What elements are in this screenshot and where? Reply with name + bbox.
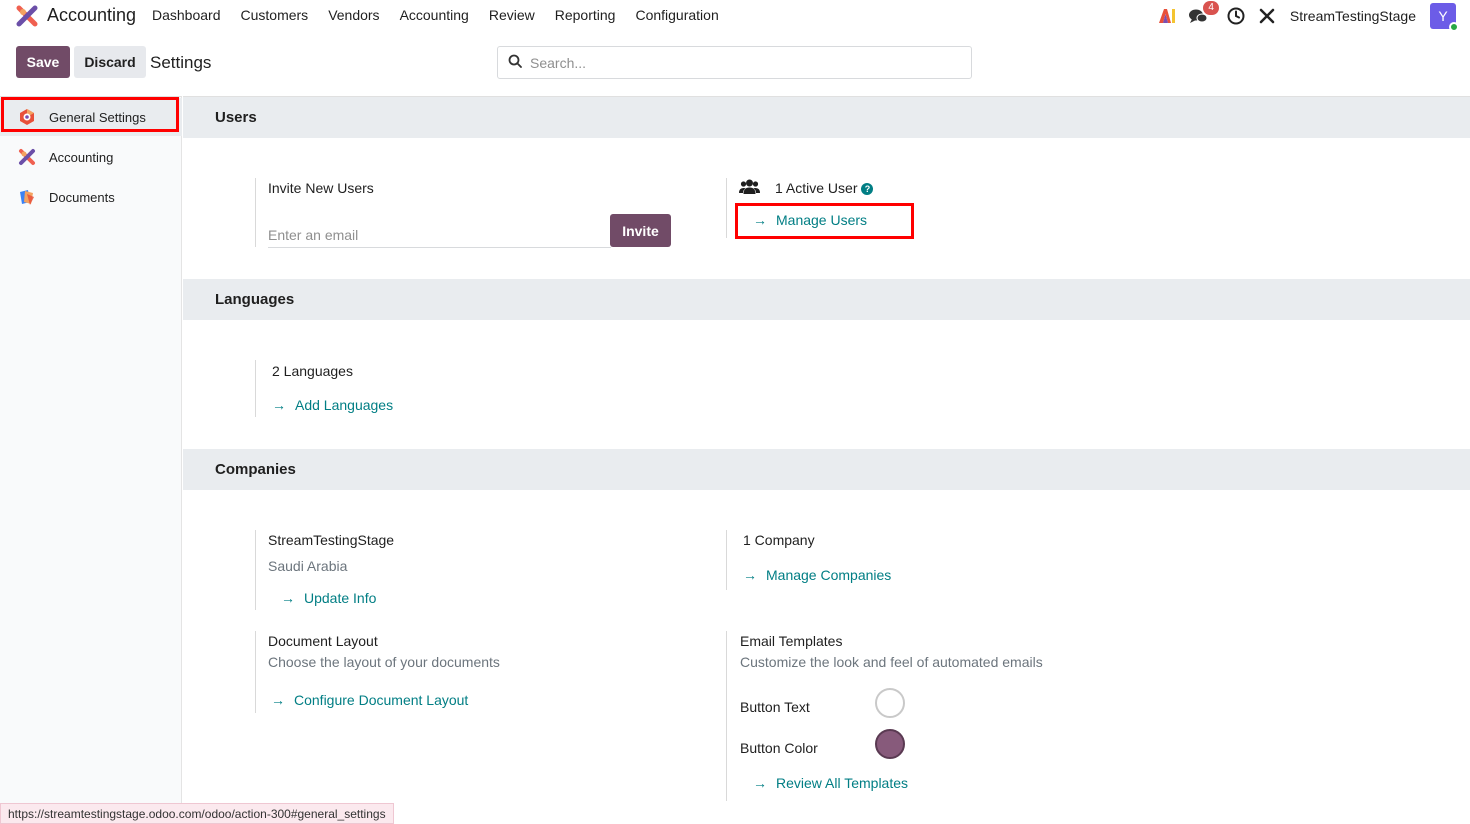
divider xyxy=(726,631,727,801)
sidebar-item-label: Accounting xyxy=(49,149,114,165)
invite-users-label: Invite New Users xyxy=(268,180,374,196)
user-avatar[interactable]: Y xyxy=(1430,3,1459,32)
document-layout-title: Document Layout xyxy=(268,633,378,649)
divider xyxy=(255,530,256,610)
arrow-right-icon: → xyxy=(271,692,285,708)
ai-icon[interactable] xyxy=(1156,5,1178,27)
menu-configuration[interactable]: Configuration xyxy=(635,7,718,23)
app-name[interactable]: Accounting xyxy=(47,5,136,26)
button-color-label: Button Color xyxy=(740,740,818,756)
search-icon xyxy=(508,54,522,71)
menu-customers[interactable]: Customers xyxy=(241,7,309,23)
manage-users-link[interactable]: → Manage Users xyxy=(753,212,867,228)
active-users-text: 1 Active User xyxy=(775,180,858,196)
languages-count: 2 Languages xyxy=(272,363,353,379)
arrow-right-icon: → xyxy=(272,397,286,413)
review-all-templates-link[interactable]: → Review All Templates xyxy=(753,775,908,791)
documents-icon xyxy=(17,187,37,207)
configure-document-layout-link[interactable]: → Configure Document Layout xyxy=(271,692,468,708)
status-bar-url: https://streamtestingstage.odoo.com/odoo… xyxy=(0,803,394,824)
button-text-color-picker[interactable] xyxy=(875,688,905,718)
company-count: 1 Company xyxy=(743,532,815,548)
avatar-initial: Y xyxy=(1438,8,1448,24)
section-heading-languages: Languages xyxy=(183,279,1470,320)
settings-content: Users Invite New Users Invite 1 Active U… xyxy=(183,96,1470,824)
menu-review[interactable]: Review xyxy=(489,7,535,23)
users-group-icon xyxy=(739,178,760,199)
sidebar-item-label: Documents xyxy=(49,189,115,205)
company-country: Saudi Arabia xyxy=(268,558,348,574)
section-heading-companies: Companies xyxy=(183,449,1470,490)
add-languages-link[interactable]: → Add Languages xyxy=(272,397,393,413)
email-templates-description: Customize the look and feel of automated… xyxy=(740,654,1043,670)
arrow-right-icon: → xyxy=(753,775,767,791)
menu-vendors[interactable]: Vendors xyxy=(328,7,379,23)
arrow-right-icon: → xyxy=(281,590,295,606)
review-all-templates-label: Review All Templates xyxy=(776,775,909,791)
invite-email-input[interactable] xyxy=(268,222,611,248)
save-button[interactable]: Save xyxy=(16,46,70,78)
email-templates-title: Email Templates xyxy=(740,633,843,649)
page-title: Settings xyxy=(150,53,212,72)
add-languages-label: Add Languages xyxy=(295,397,394,413)
manage-companies-link[interactable]: → Manage Companies xyxy=(743,567,891,583)
help-icon[interactable]: ? xyxy=(861,183,874,196)
search-input[interactable] xyxy=(530,54,950,71)
clock-icon[interactable] xyxy=(1225,5,1247,27)
invite-button[interactable]: Invite xyxy=(610,214,671,247)
active-users-count: 1 Active User? xyxy=(775,180,874,196)
menu-accounting[interactable]: Accounting xyxy=(400,7,469,23)
sidebar-item-label: General Settings xyxy=(49,109,146,125)
divider xyxy=(255,178,256,247)
arrow-right-icon: → xyxy=(753,212,767,228)
search-box[interactable] xyxy=(497,46,972,79)
button-color-picker[interactable] xyxy=(875,729,905,759)
manage-users-label: Manage Users xyxy=(776,212,868,228)
settings-sidebar: General Settings Accounting Documents xyxy=(0,96,182,824)
discard-button[interactable]: Discard xyxy=(74,46,146,78)
settings-icon xyxy=(17,107,37,127)
chat-icon[interactable]: 4 xyxy=(1187,1,1219,27)
sidebar-item-accounting[interactable]: Accounting xyxy=(0,138,182,176)
section-heading-users: Users xyxy=(183,97,1470,138)
arrow-right-icon: → xyxy=(743,567,757,583)
navbar-systray: 4 StreamTestingStage Y xyxy=(1147,1,1459,32)
messages-badge: 4 xyxy=(1203,1,1219,15)
online-status-dot xyxy=(1449,22,1459,32)
divider xyxy=(255,360,256,417)
divider xyxy=(726,178,727,238)
main-menu: Dashboard Customers Vendors Accounting R… xyxy=(152,7,739,23)
update-info-label: Update Info xyxy=(304,590,377,606)
configure-document-layout-label: Configure Document Layout xyxy=(294,692,469,708)
button-text-label: Button Text xyxy=(740,699,810,715)
divider xyxy=(255,631,256,713)
sidebar-item-general-settings[interactable]: General Settings xyxy=(0,98,182,136)
divider xyxy=(726,530,727,590)
sidebar-item-documents[interactable]: Documents xyxy=(0,178,182,216)
menu-reporting[interactable]: Reporting xyxy=(555,7,616,23)
company-switcher[interactable]: StreamTestingStage xyxy=(1290,8,1416,24)
tools-icon[interactable] xyxy=(1256,5,1278,27)
document-layout-description: Choose the layout of your documents xyxy=(268,654,500,670)
menu-dashboard[interactable]: Dashboard xyxy=(152,7,221,23)
company-name: StreamTestingStage xyxy=(268,532,395,548)
accounting-icon xyxy=(17,147,37,167)
accounting-app-icon[interactable] xyxy=(16,5,38,27)
top-navbar: Accounting Dashboard Customers Vendors A… xyxy=(0,0,1470,32)
update-info-link[interactable]: → Update Info xyxy=(281,590,376,606)
manage-companies-label: Manage Companies xyxy=(766,567,892,583)
